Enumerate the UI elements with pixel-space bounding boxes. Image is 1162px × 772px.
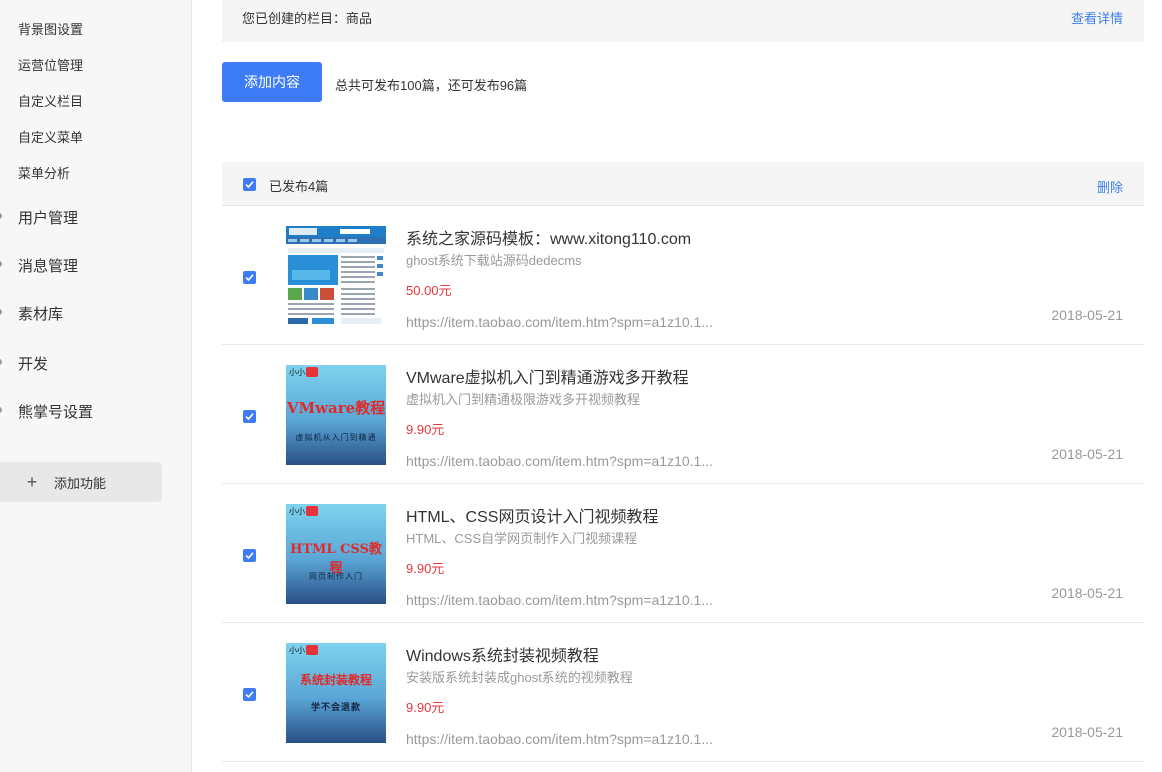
checkmark-icon <box>245 181 254 189</box>
published-count: 已发布4篇 <box>269 179 329 194</box>
plus-icon: + <box>26 472 38 492</box>
cover-tag <box>306 645 318 655</box>
cover-subtitle: 网页制作入门 <box>309 572 363 581</box>
message-management-bullet-icon <box>0 261 2 267</box>
list-item[interactable]: 系统之家源码模板：www.xitong110.com ghost系统下载站源码d… <box>222 206 1144 345</box>
item-url[interactable]: https://item.taobao.com/item.htm?spm=a1z… <box>406 314 713 330</box>
list-item[interactable]: 小小 HTML CSS教程 网页制作入门 HTML、CSS网页设计入门视频教程 … <box>222 484 1144 623</box>
user-management-bullet-icon <box>0 213 2 219</box>
delete-link[interactable]: 删除 <box>1097 177 1123 196</box>
sidebar-item-custom-menu[interactable]: 自定义菜单 <box>18 127 83 146</box>
course-cover-image: 小小 VMware教程 虚拟机从入门到精通 <box>286 365 386 465</box>
material-library-bullet-icon <box>0 309 2 315</box>
cover-title: VMware教程 <box>286 399 386 417</box>
sidebar-section-user-management[interactable]: 用户管理 <box>18 207 78 228</box>
item-checkbox[interactable] <box>243 688 256 701</box>
sidebar-section-xiongzhang-settings[interactable]: 熊掌号设置 <box>18 401 93 422</box>
cover-subtitle: 虚拟机从入门到精通 <box>295 433 377 442</box>
created-column-text: 您已创建的栏目：商品 <box>242 11 373 26</box>
item-checkbox[interactable] <box>243 410 256 423</box>
item-price: 9.90元 <box>406 561 445 576</box>
checkmark-icon <box>245 552 254 560</box>
item-checkbox[interactable] <box>243 549 256 562</box>
course-cover-image: 小小 HTML CSS教程 网页制作入门 <box>286 504 386 604</box>
cover-brand: 小小 <box>289 646 305 655</box>
list-item[interactable]: 小小 VMware教程 虚拟机从入门到精通 VMware虚拟机入门到精通游戏多开… <box>222 345 1144 484</box>
development-bullet-icon <box>0 359 2 365</box>
item-date: 2018-05-21 <box>1051 724 1123 740</box>
item-subtitle: 安装版系统封装成ghost系统的视频教程 <box>406 670 633 685</box>
item-url[interactable]: https://item.taobao.com/item.htm?spm=a1z… <box>406 453 713 469</box>
item-date: 2018-05-21 <box>1051 446 1123 462</box>
item-date: 2018-05-21 <box>1051 307 1123 323</box>
item-url[interactable]: https://item.taobao.com/item.htm?spm=a1z… <box>406 592 713 608</box>
sidebar-item-custom-columns[interactable]: 自定义栏目 <box>18 91 83 110</box>
item-checkbox[interactable] <box>243 271 256 284</box>
item-price: 9.90元 <box>406 700 445 715</box>
checkmark-icon <box>245 413 254 421</box>
list-header: 已发布4篇 删除 <box>222 162 1144 206</box>
course-cover-image: 小小 系统封装教程 学不会退款 <box>286 643 386 743</box>
select-all-checkbox[interactable] <box>243 178 256 191</box>
sidebar-section-material-library[interactable]: 素材库 <box>18 303 63 324</box>
add-content-button[interactable]: 添加内容 <box>222 62 322 102</box>
item-title[interactable]: Windows系统封装视频教程 <box>406 642 599 666</box>
add-function-button[interactable]: + 添加功能 <box>0 462 162 502</box>
cover-brand: 小小 <box>289 507 305 516</box>
item-price: 9.90元 <box>406 422 445 437</box>
view-details-link[interactable]: 查看详情 <box>1071 8 1123 27</box>
publish-quota-text: 总共可发布100篇，还可发布96篇 <box>335 78 528 93</box>
item-thumbnail: 小小 系统封装教程 学不会退款 <box>286 643 386 743</box>
sidebar: 背景图设置 运营位管理 自定义栏目 自定义菜单 菜单分析 用户管理 消息管理 素… <box>0 0 192 772</box>
item-subtitle: HTML、CSS自学网页制作入门视频课程 <box>406 531 638 546</box>
item-price: 50.00元 <box>406 283 452 298</box>
xiongzhang-bullet-icon <box>0 407 2 413</box>
item-thumbnail <box>286 226 386 326</box>
sidebar-item-background-settings[interactable]: 背景图设置 <box>18 19 83 38</box>
item-thumbnail: 小小 HTML CSS教程 网页制作入门 <box>286 504 386 604</box>
sidebar-item-operation-slots[interactable]: 运营位管理 <box>18 55 83 74</box>
checkmark-icon <box>245 274 254 282</box>
sidebar-item-menu-analysis[interactable]: 菜单分析 <box>18 163 70 182</box>
checkmark-icon <box>245 691 254 699</box>
item-title[interactable]: 系统之家源码模板：www.xitong110.com <box>406 225 691 249</box>
list-item[interactable]: 小小 系统封装教程 学不会退款 Windows系统封装视频教程 安装版系统封装成… <box>222 623 1144 762</box>
item-date: 2018-05-21 <box>1051 585 1123 601</box>
cover-subtitle: 学不会退款 <box>310 703 361 713</box>
column-info-bar: 您已创建的栏目：商品 查看详情 <box>222 0 1144 42</box>
sidebar-section-message-management[interactable]: 消息管理 <box>18 255 78 276</box>
item-thumbnail: 小小 VMware教程 虚拟机从入门到精通 <box>286 365 386 465</box>
website-screenshot-image <box>286 226 386 326</box>
cover-title: 系统封装教程 <box>299 673 372 687</box>
item-title[interactable]: VMware虚拟机入门到精通游戏多开教程 <box>406 364 689 388</box>
cover-brand: 小小 <box>289 368 305 377</box>
item-url[interactable]: https://item.taobao.com/item.htm?spm=a1z… <box>406 731 713 747</box>
sidebar-section-development[interactable]: 开发 <box>18 353 48 374</box>
item-subtitle: 虚拟机入门到精通极限游戏多开视频教程 <box>406 392 641 407</box>
item-title[interactable]: HTML、CSS网页设计入门视频教程 <box>406 503 658 527</box>
add-function-label: 添加功能 <box>54 475 107 491</box>
cover-tag <box>306 506 318 516</box>
cover-tag <box>306 367 318 377</box>
item-subtitle: ghost系统下载站源码dedecms <box>406 253 582 268</box>
